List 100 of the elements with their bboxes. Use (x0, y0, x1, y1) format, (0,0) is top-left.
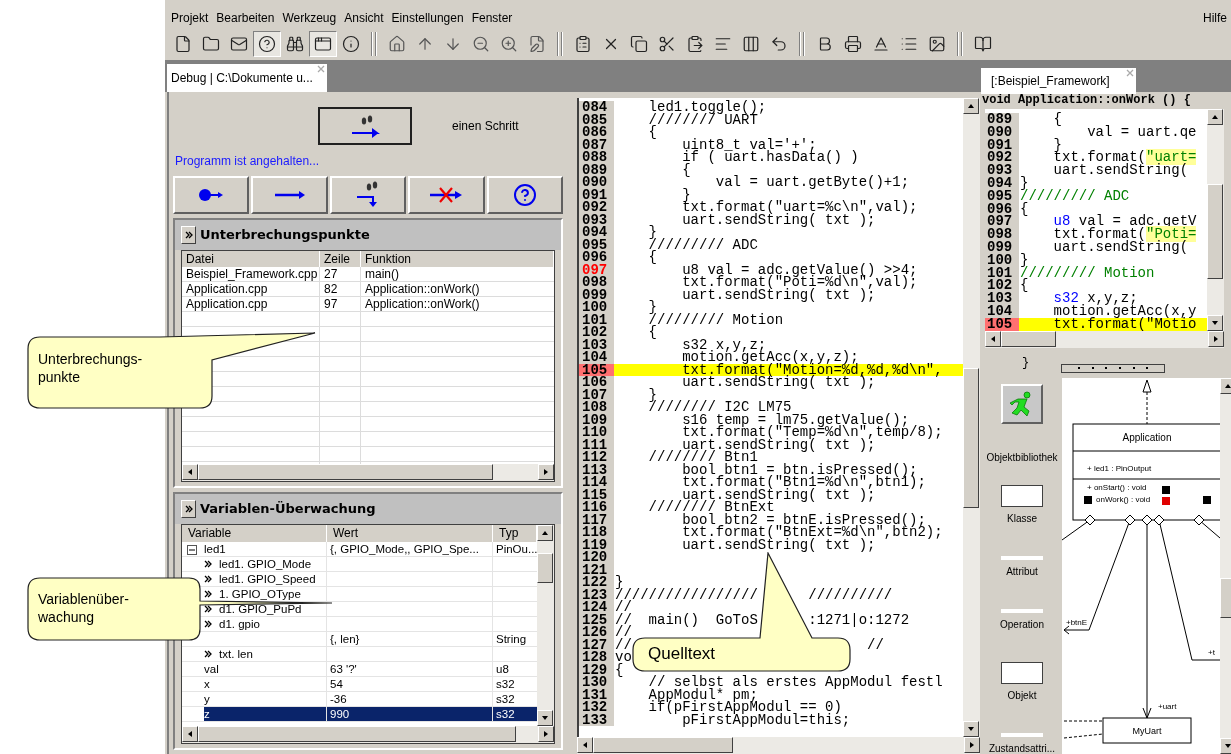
table-cell: {, GPIO_Mode,, GPIO_Spe... (327, 542, 493, 556)
table-cell: 54 (327, 677, 493, 691)
table-cell: 63 '?' (327, 662, 493, 676)
table-cell-text: s32 (495, 692, 516, 706)
role-label: +btnE (1066, 618, 1088, 627)
code-line: txt.format("Temp=%d\n",temp/8); (681, 424, 943, 440)
line-number: 090 (579, 176, 614, 189)
line-number: 086 (579, 126, 614, 139)
column-header[interactable]: Wert (327, 525, 493, 542)
panel-title: Variablen-Überwachung (200, 500, 376, 519)
menu-item[interactable]: Bearbeiten (212, 9, 279, 27)
variable-name[interactable]: val (204, 662, 221, 676)
menu-item[interactable]: Hilfe (1201, 9, 1229, 27)
line-number: 084 (579, 101, 614, 114)
code-token: x,y,z; (1087, 290, 1138, 307)
palette-label: Zustandsattri... (988, 742, 1056, 754)
palette-label: Operation (1000, 618, 1044, 632)
class-operation: onWork() : void (1096, 495, 1151, 504)
table-cell: 82 (320, 282, 361, 297)
variable-name[interactable]: d1. gpio (219, 617, 262, 631)
table-cell: Beispiel_Framework.cpp (182, 267, 320, 282)
line-number: 120 (579, 551, 614, 564)
table-cell: Application.cpp (182, 297, 320, 312)
variable-name[interactable]: x (204, 677, 212, 691)
table-cell-text: s32 (495, 677, 516, 691)
menu-item[interactable]: Projekt (167, 9, 213, 27)
variable-name[interactable]: z (204, 707, 326, 721)
menu-item[interactable]: Einstellungen (387, 9, 468, 27)
line-number: 112 (579, 451, 614, 464)
variable-name[interactable]: led1. GPIO_Mode (219, 557, 314, 571)
variable-name[interactable]: led1 (204, 542, 228, 556)
tab[interactable]: Debug | C:\Dokumente u... (167, 64, 327, 92)
code-line: txt.format("BtnExt=%d\n",btn2); (681, 524, 943, 540)
line-number: 126 (579, 626, 614, 639)
palette-label: Attribut (1006, 565, 1038, 579)
line-number: 103 (985, 292, 1019, 305)
line-number: 094 (579, 226, 614, 239)
code-line: } (647, 386, 657, 403)
code-token: { (1020, 200, 1029, 217)
line-number: 124 (579, 601, 614, 614)
variable-name[interactable]: y (204, 692, 212, 706)
code-token: s32 (1052, 290, 1079, 307)
code-line: led1.toggle(); (647, 99, 767, 115)
code-token: val = uart.qe (1086, 123, 1197, 140)
code-line: { (615, 661, 624, 678)
line-number: 097 (985, 215, 1019, 229)
palette-label: Objekt (1007, 689, 1037, 703)
line-number: 130 (579, 676, 614, 689)
line-number: 098 (985, 228, 1019, 241)
column-header[interactable]: Variable (182, 525, 327, 542)
line-number: 096 (579, 251, 614, 264)
class-name: Application (1122, 432, 1172, 443)
table-cell: 97 (320, 297, 361, 312)
line-number: 132 (579, 701, 614, 714)
callout-text: Variablenüber- wachung (38, 590, 129, 626)
role-label: +t (1208, 648, 1215, 657)
menu-item[interactable]: Fenster (467, 9, 517, 27)
table-cell-text: u8 (495, 662, 510, 676)
function-header: void Application::onWork () { (982, 92, 1192, 109)
variable-name[interactable]: txt. len (219, 647, 255, 661)
line-number: 122 (579, 576, 614, 589)
table-cell: 27 (320, 267, 361, 282)
line-number: 088 (579, 151, 614, 164)
line-number: 089 (985, 113, 1019, 126)
code-line: txt.format("Btn1=%d\n",btn1); (681, 474, 926, 490)
line-number: 092 (579, 201, 614, 214)
line-number: 098 (579, 276, 614, 289)
palette-label: Klasse (1007, 512, 1037, 526)
code-line: } (647, 224, 657, 240)
column-header[interactable]: Funktion (361, 251, 554, 267)
code-line: } (647, 299, 657, 315)
line-number: 118 (579, 526, 614, 539)
table-cell: {, len} (327, 632, 493, 646)
line-number: 128 (579, 651, 614, 664)
panel-title: Unterbrechungspunkte (200, 226, 370, 245)
table-cell: s32 (493, 707, 537, 721)
class-attribute: + led1 : PinOutput (1087, 464, 1152, 473)
tab[interactable]: [:Beispiel_Framework] (981, 68, 1136, 94)
variable-name[interactable]: 1. GPIO_OType (219, 587, 303, 601)
table-cell: -36 (327, 692, 493, 706)
object-name: MyUart (1132, 726, 1162, 736)
line-number: 102 (579, 326, 614, 339)
line-number: 106 (579, 376, 614, 389)
variable-name[interactable]: d1. GPIO_PuPd (219, 602, 304, 616)
code-brace: } (1022, 355, 1030, 372)
menu-item[interactable]: Ansicht (340, 9, 388, 27)
table-cell-text: Application::onWork() (364, 282, 481, 297)
code-line: { (647, 124, 657, 140)
table-cell: 990 (327, 707, 493, 721)
column-header[interactable]: Datei (182, 251, 320, 267)
code-line: { (681, 161, 691, 178)
variable-name[interactable]: led1. GPIO_Speed (219, 572, 318, 586)
line-number: 104 (579, 351, 614, 364)
code-token: } (1052, 136, 1062, 153)
menu-item[interactable]: Werkzeug (278, 9, 341, 27)
line-number: 116 (579, 501, 614, 514)
table-cell: Application.cpp (182, 282, 320, 297)
column-header[interactable]: Zeile (320, 251, 361, 267)
palette-label: Objektbibliothek (986, 451, 1058, 465)
role-label: +uart (1158, 702, 1177, 711)
